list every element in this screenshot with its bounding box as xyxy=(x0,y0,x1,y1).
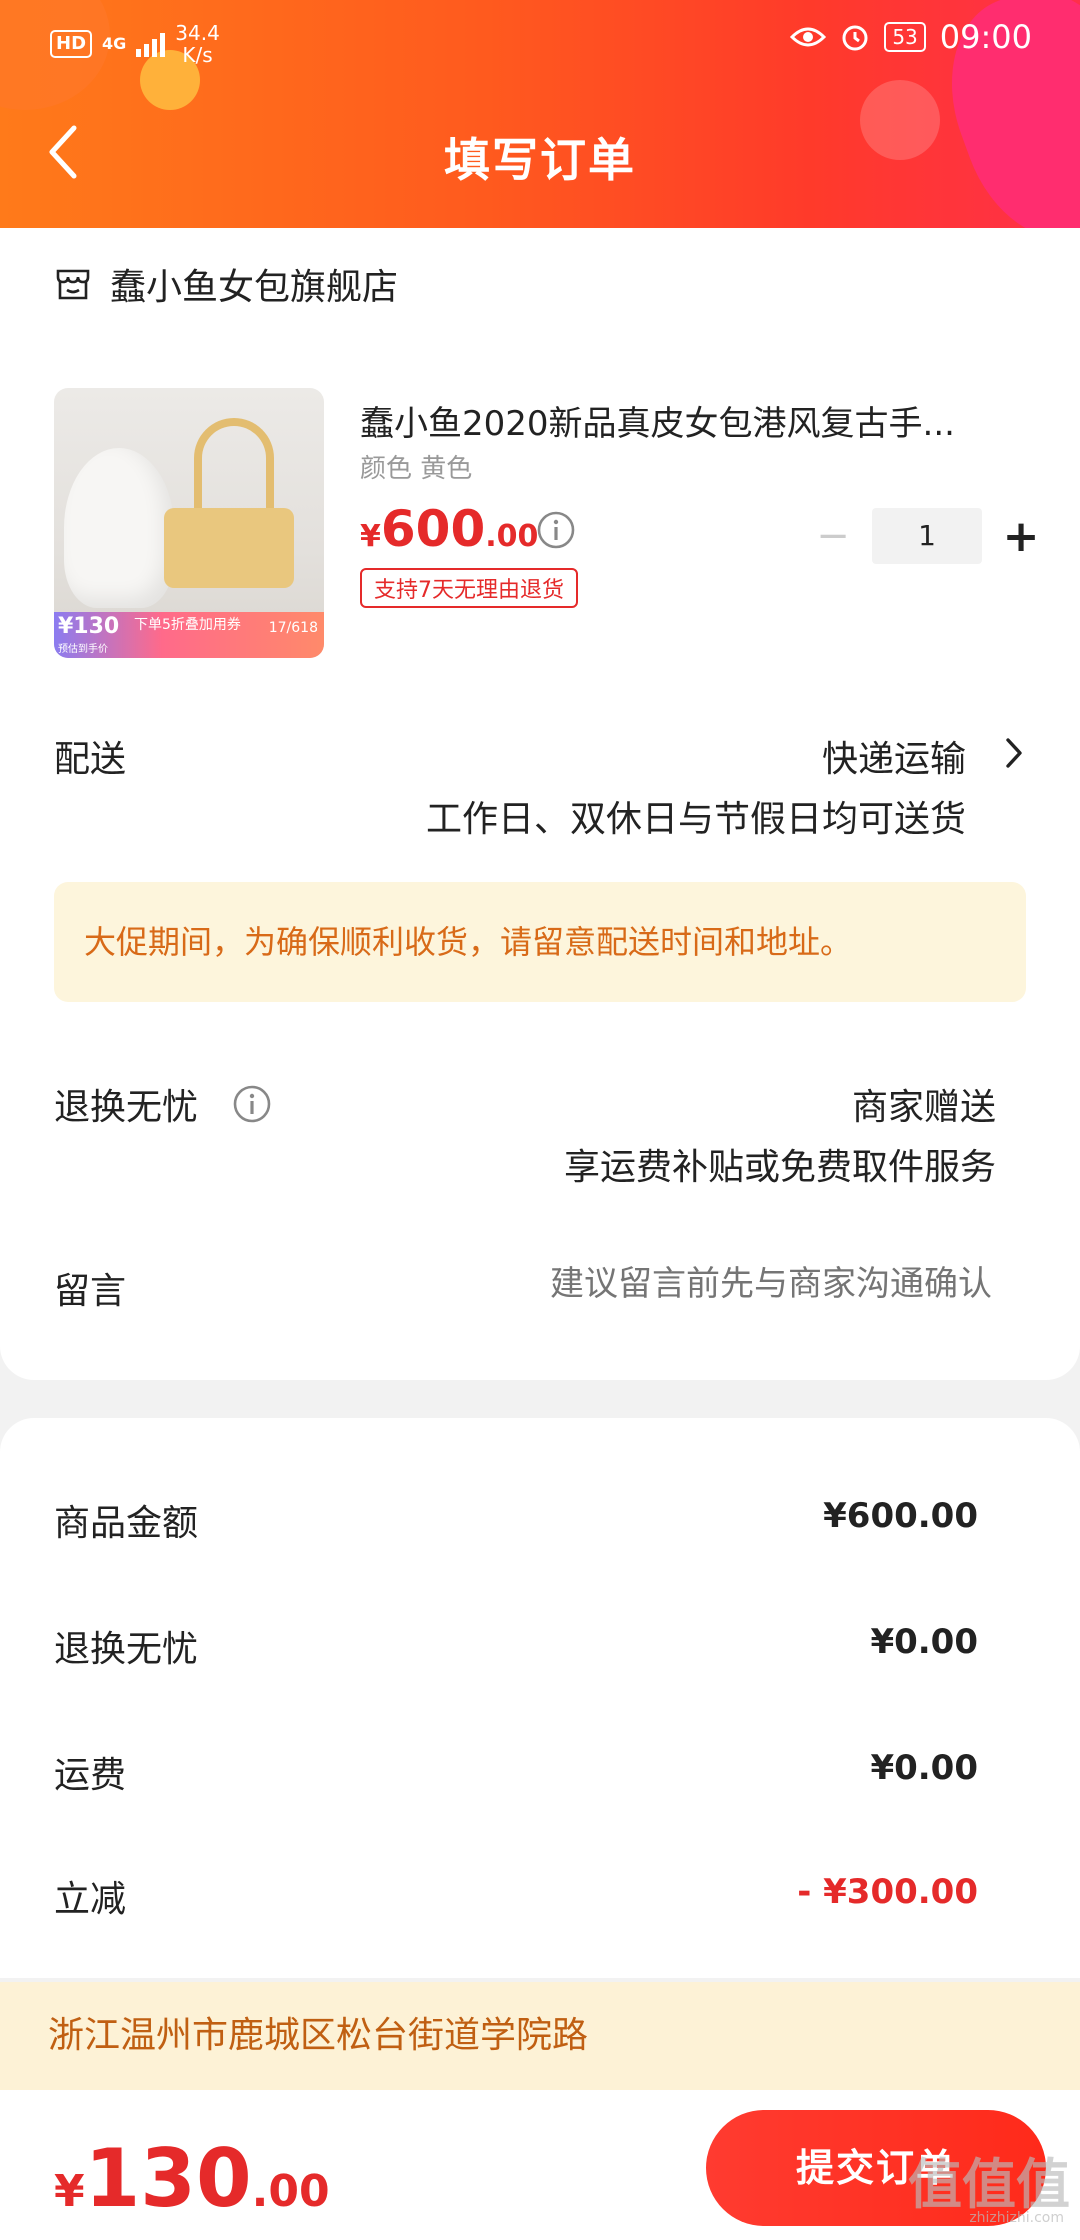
price-integer: 600 xyxy=(380,500,486,558)
watermark-logo: 值值值 xyxy=(908,2153,1070,2216)
product-title[interactable]: 蠢小鱼2020新品真皮女包港风复古手... xyxy=(360,396,1030,445)
total-price: ¥130.00 xyxy=(54,2132,330,2225)
return-sub: 享运费补贴或免费取件服务 xyxy=(563,1147,996,1188)
product-image-bust xyxy=(64,448,174,608)
network-speed: 34.4 K/s xyxy=(175,22,220,66)
product-image-event: 17/618 xyxy=(268,620,318,636)
summary-label: 退换无忧 xyxy=(54,1629,199,1670)
eye-icon xyxy=(790,27,827,47)
network-type: 4G xyxy=(102,34,127,53)
summary-value: ¥0.00 xyxy=(870,1622,978,1662)
summary-label: 商品金额 xyxy=(54,1503,199,1544)
product-price: ¥600.00 xyxy=(360,500,538,558)
nav-bar: 填写订单 xyxy=(0,110,1080,200)
header: HD 4G 34.4 K/s 53 09:00 填写订单 xyxy=(0,0,1080,228)
price-symbol: ¥ xyxy=(360,519,381,554)
price-summary: 商品金额 ¥600.00 退换无忧 ¥0.00 运费 ¥0.00 立减 - ¥3… xyxy=(0,1418,1080,1978)
summary-label: 立减 xyxy=(54,1879,127,1920)
total-symbol: ¥ xyxy=(54,2166,85,2217)
signal-icon xyxy=(136,31,166,57)
clock: 09:00 xyxy=(939,18,1032,56)
watermark-url: zhizhizhi.com xyxy=(969,2210,1064,2226)
shipping-address[interactable]: 浙江温州市鹿城区松台街道学院路 xyxy=(0,1982,1080,2090)
product-image-banner: ¥130 预估到手价 下单5折叠加用券 17/618 xyxy=(54,612,324,658)
delivery-method[interactable]: 快递运输 xyxy=(822,730,966,782)
summary-label: 运费 xyxy=(54,1755,127,1796)
product-image[interactable]: ¥130 预估到手价 下单5折叠加用券 17/618 xyxy=(54,388,324,658)
product-image-sub: 预估到手价 xyxy=(58,644,108,655)
return-value: 商家赠送 xyxy=(851,1087,996,1128)
increase-button[interactable]: + xyxy=(996,511,1046,562)
message-input[interactable] xyxy=(432,1264,992,1304)
product-image-promo: 下单5折叠加用券 xyxy=(134,617,241,633)
price-decimal: .00 xyxy=(485,519,539,554)
speed-value: 34.4 xyxy=(175,21,220,45)
promo-notice: 大促期间，为确保顺利收货，请留意配送时间和地址。 xyxy=(54,882,1026,1002)
order-card: 蠢小鱼女包旗舰店 ¥130 预估到手价 下单5折叠加用券 17/618 蠢小鱼2… xyxy=(0,228,1080,1380)
total-integer: 130 xyxy=(84,2132,252,2225)
quantity-stepper: − 1 + xyxy=(808,508,1046,564)
status-bar: HD 4G 34.4 K/s 53 09:00 xyxy=(0,0,1080,80)
page-title: 填写订单 xyxy=(444,133,636,187)
return-policy-tag: 支持7天无理由退货 xyxy=(360,568,578,608)
price-info-icon[interactable] xyxy=(536,510,576,550)
product-spec: 颜色 黄色 xyxy=(360,454,473,484)
return-info-icon[interactable] xyxy=(232,1084,272,1124)
decrease-button[interactable]: − xyxy=(808,513,858,559)
hd-badge: HD xyxy=(50,30,93,58)
speed-unit: K/s xyxy=(182,43,213,67)
return-label: 退换无忧 xyxy=(54,1087,199,1128)
store-header[interactable]: 蠢小鱼女包旗舰店 xyxy=(54,258,398,310)
battery-indicator: 53 xyxy=(884,22,926,52)
store-icon xyxy=(56,269,90,300)
summary-value: ¥600.00 xyxy=(823,1496,978,1536)
quantity-input[interactable]: 1 xyxy=(872,508,982,564)
store-name: 蠢小鱼女包旗舰店 xyxy=(110,267,399,308)
message-label: 留言 xyxy=(54,1271,127,1312)
delivery-note: 工作日、双休日与节假日均可送货 xyxy=(425,799,966,840)
discount-value: - ¥300.00 xyxy=(797,1872,978,1912)
product-image-price: ¥130 xyxy=(58,614,120,639)
alarm-icon xyxy=(842,25,868,51)
chevron-right-icon[interactable] xyxy=(1004,736,1024,770)
delivery-label: 配送 xyxy=(54,739,127,780)
summary-value: ¥0.00 xyxy=(870,1748,978,1788)
product-image-bag xyxy=(164,508,294,588)
total-decimal: .00 xyxy=(251,2166,330,2217)
